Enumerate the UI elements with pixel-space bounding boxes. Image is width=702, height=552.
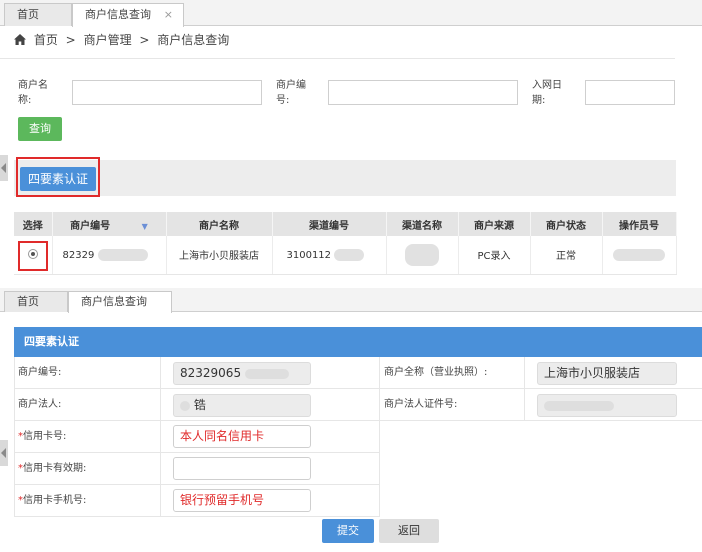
breadcrumb-separator: > [65,33,76,47]
legal-id-label: 商户法人证件号: [384,399,458,410]
back-button[interactable]: 返回 [379,519,439,543]
full-name-field: 上海市小贝服装店 [537,362,677,385]
merchant-no-label: 商户编号: [276,80,306,106]
card-phone-input[interactable]: 银行预留手机号 [173,489,311,512]
tab-home[interactable]: 首页 [4,3,72,26]
col-merchant-no[interactable]: 商户编号 ▼ [52,212,167,236]
highlight-box [18,241,48,271]
channel-no-value: 3100112 [286,249,332,261]
breadcrumb-home[interactable]: 首页 [34,33,58,47]
card-no-label: *信用卡号: [18,421,66,453]
home-icon [14,34,26,45]
col-source: 商户来源 [458,212,531,236]
collapse-left-icon[interactable] [0,440,8,466]
col-merchant-no-label: 商户编号 [70,220,111,232]
merchant-no-input[interactable] [328,80,518,105]
close-icon[interactable]: × [164,4,173,25]
col-select: 选择 [14,212,53,236]
status-cell: 正常 [530,236,603,275]
col-merchant-name: 商户名称 [166,212,273,236]
masked-text [244,368,289,379]
masked-text [613,248,665,261]
divider [524,357,525,421]
tab-merchant-query[interactable]: 商户信息查询 × [72,3,184,27]
card-expiry-input[interactable] [173,457,311,480]
masked-text [544,400,614,411]
col-status: 商户状态 [530,212,603,236]
card-expiry-label: *信用卡有效期: [18,453,86,485]
full-name-label: 商户全称（营业执照）: [384,367,488,378]
query-button[interactable]: 查询 [18,117,62,141]
four-factor-auth-button[interactable]: 四要素认证 [20,167,96,191]
panel-title: 四要素认证 [14,327,702,357]
divider [0,58,675,59]
legal-person-field: 锆 [173,394,311,417]
merchant-no-label: 商户编号: [18,367,62,378]
source-cell: PC录入 [458,236,531,275]
table-row[interactable]: 82329 上海市小贝服装店 3100112 PC录入 正常 [14,236,677,275]
operator-cell [602,236,677,275]
merchant-name-cell: 上海市小贝服装店 [166,236,273,275]
merchant-name-input[interactable] [72,80,262,105]
breadcrumb-separator: > [139,33,150,47]
channel-no-cell: 3100112 [272,236,387,275]
merchant-no-value: 82329 [62,249,95,261]
masked-text [180,400,190,411]
col-channel-no: 渠道编号 [272,212,387,236]
breadcrumb-current: 商户信息查询 [157,33,230,47]
divider [14,357,15,517]
merchant-table: 选择 商户编号 ▼ 商户名称 渠道编号 渠道名称 商户来源 商户状态 操作员号 … [14,212,677,275]
card-expiry-label-text: 信用卡有效期: [23,463,87,474]
breadcrumb: 首页 > 商户管理 > 商户信息查询 [14,30,233,50]
join-date-label: 入网日期: [532,80,562,106]
col-operator: 操作员号 [602,212,677,236]
submit-button[interactable]: 提交 [322,519,374,543]
divider [379,357,380,517]
tab-home[interactable]: 首页 [4,291,68,312]
sort-down-icon[interactable]: ▼ [142,222,148,231]
legal-id-field [537,394,677,417]
tab-home-label: 首页 [17,295,39,308]
masked-text [334,248,365,261]
channel-name-cell [386,236,459,275]
breadcrumb-merchant-management[interactable]: 商户管理 [84,33,132,47]
legal-person-label: 商户法人: [18,399,62,410]
collapse-left-icon[interactable] [0,155,8,181]
col-channel-name: 渠道名称 [386,212,459,236]
card-no-input[interactable]: 本人同名信用卡 [173,425,311,448]
toolbar [14,160,676,196]
join-date-input[interactable] [585,80,675,105]
legal-person-value: 锆 [193,398,206,412]
merchant-no-cell: 82329 [52,236,167,275]
tab-merchant-query-label: 商户信息查询 [85,8,151,21]
card-phone-label: *信用卡手机号: [18,485,86,517]
merchant-name-label: 商户名称: [18,80,48,106]
card-no-label-text: 信用卡号: [23,431,67,442]
card-phone-label-text: 信用卡手机号: [23,495,87,506]
tab-merchant-query-label: 商户信息查询 [81,295,147,308]
tab-merchant-query[interactable]: 商户信息查询 [68,291,172,313]
masked-text [97,248,148,261]
tab-home-label: 首页 [17,8,39,21]
merchant-no-field: 82329065 [173,362,311,385]
masked-text [405,243,439,266]
table-header-row: 选择 商户编号 ▼ 商户名称 渠道编号 渠道名称 商户来源 商户状态 操作员号 [14,212,677,236]
merchant-no-value: 82329065 [180,366,242,380]
divider [160,357,161,517]
